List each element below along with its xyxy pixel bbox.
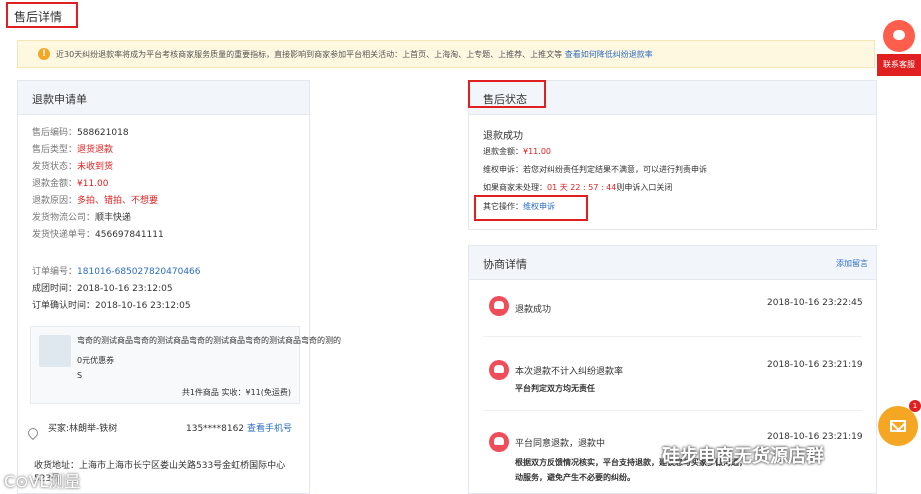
field-value: ¥11.00 — [77, 179, 109, 189]
field-value: 多拍、错拍、不想要 — [77, 196, 159, 206]
message-button[interactable] — [878, 406, 918, 446]
message-count-badge: 1 — [909, 400, 921, 412]
divider — [483, 336, 862, 337]
mascot-icon — [883, 20, 915, 52]
negotiation-panel-header: 协商详情 添加留言 — [469, 246, 876, 280]
field-value: 456697841111 — [95, 230, 164, 240]
field-row: 售后编码：588621018 — [32, 125, 129, 138]
timeline-desc: 平台判定双方均无责任 — [515, 384, 595, 393]
buyer-name: 买家:林朗举-铁树 — [48, 424, 118, 434]
status-countdown-row: 如果商家未处理：01 天 22 : 57 : 44则申诉入口关闭 — [483, 182, 672, 193]
goods-coupon: 0元优惠券 — [77, 356, 115, 365]
field-label: 售后类型： — [32, 145, 78, 155]
contact-service-label[interactable]: 联系客服 — [877, 54, 921, 76]
negotiation-title: 协商详情 — [483, 258, 527, 271]
notice-text: 近30天纠纷退款率将成为平台考核商家服务质量的重要指标，直接影响到商家参加平台相… — [56, 49, 653, 60]
mail-icon — [890, 420, 906, 432]
order-number-label: 订单编号： — [32, 267, 78, 277]
field-value: 退货退款 — [77, 145, 114, 155]
timeline-icon — [489, 296, 509, 316]
divider — [483, 410, 862, 411]
highlight-box-status — [468, 80, 546, 108]
refund-panel-header: 退款申请单 — [18, 81, 309, 115]
goods-card[interactable]: 弯奇的测试商品弯奇的测试商品弯奇的测试商品弯奇的测试商品弯奇的测的 0元优惠券 … — [30, 326, 341, 404]
goods-thumbnail — [39, 335, 71, 367]
field-row: 售后类型：退货退款 — [32, 142, 113, 155]
timeline-title: 平台同意退款，退款中 — [515, 439, 606, 449]
goods-name: 弯奇的测试商品弯奇的测试商品弯奇的测试商品弯奇的测试商品弯奇的测的 — [77, 336, 341, 345]
field-label: 售后编码： — [32, 128, 78, 138]
status-amount-label: 退款金额： — [483, 147, 523, 156]
goods-spec: S — [77, 371, 83, 380]
status-appeal-note: 维权申诉：若您对纠纷责任判定结果不满意，可以进行判责申诉 — [483, 165, 707, 174]
buyer-phone-row: 135****8162 查看手机号 — [186, 421, 292, 434]
view-phone-link[interactable]: 查看手机号 — [247, 424, 292, 434]
field-value: 588621018 — [77, 128, 129, 138]
field-row: 发货快递单号：456697841111 — [32, 227, 164, 240]
group-time: 成团时间：2018-10-16 23:12:05 — [32, 284, 173, 294]
field-value: 顺丰快递 — [95, 213, 132, 223]
status-state: 退款成功 — [483, 131, 523, 142]
timeline-title: 本次退款不计入纠纷退款率 — [515, 367, 624, 377]
add-note-link[interactable]: 添加留言 — [836, 258, 868, 269]
goods-summary: 共1件商品 实收：¥11(免运费) — [181, 388, 291, 397]
refund-panel: 退款申请单 售后编码：588621018 售后类型：退货退款 发货状态：未收到货… — [17, 80, 341, 494]
field-value: 未收到货 — [77, 162, 114, 172]
watermark-right: 硅步电商无货源店群 — [662, 446, 824, 467]
timeline-time: 2018-10-16 23:21:19 — [767, 432, 863, 442]
highlight-box-appeal — [474, 195, 588, 221]
order-number-link[interactable]: 181016-685027820470466 — [77, 267, 201, 277]
field-label: 发货状态： — [32, 162, 78, 172]
field-row: 发货物流公司：顺丰快递 — [32, 210, 131, 223]
timeline-desc-continued: 动服务，避免产生不必要的纠纷。 — [515, 473, 635, 482]
countdown-timer: 01 天 22 : 57 : 44 — [547, 183, 617, 192]
buyer-phone: 135****8162 — [186, 424, 245, 434]
timeline-icon — [489, 432, 509, 452]
field-label: 发货快递单号： — [32, 230, 96, 240]
countdown-suffix: 则申诉入口关闭 — [616, 183, 673, 192]
timeline-time: 2018-10-16 23:21:19 — [767, 360, 863, 370]
timeline-time: 2018-10-16 23:22:45 — [767, 298, 863, 308]
timeline-icon — [489, 360, 509, 380]
warning-icon: ! — [38, 48, 50, 60]
notice-message: 近30天纠纷退款率将成为平台考核商家服务质量的重要指标，直接影响到商家参加平台相… — [56, 50, 563, 59]
field-label: 退款金额： — [32, 179, 78, 189]
status-amount: ¥11.00 — [523, 147, 551, 156]
customer-service-widget[interactable]: 联系客服 — [877, 20, 921, 84]
field-row: 退款金额：¥11.00 — [32, 176, 109, 189]
field-label: 发货物流公司： — [32, 213, 96, 223]
notice-link[interactable]: 查看如何降低纠纷退款率 — [565, 50, 653, 59]
confirm-time: 订单确认时间：2018-10-16 23:12:05 — [32, 301, 191, 311]
notice-bar: ! 近30天纠纷退款率将成为平台考核商家服务质量的重要指标，直接影响到商家参加平… — [17, 40, 875, 68]
timeline-title: 退款成功 — [515, 305, 552, 315]
field-row: 发货状态：未收到货 — [32, 159, 113, 172]
countdown-prefix: 如果商家未处理： — [483, 183, 547, 192]
field-row: 退款原因：多拍、错拍、不想要 — [32, 193, 158, 206]
order-number-row: 订单编号：181016-685027820470466 — [32, 264, 201, 277]
status-amount-row: 退款金额：¥11.00 — [483, 146, 551, 157]
watermark-bottom: C⊙VL测量 — [4, 472, 81, 491]
field-label: 退款原因： — [32, 196, 78, 206]
location-icon — [25, 425, 41, 441]
highlight-box-title — [6, 2, 78, 28]
